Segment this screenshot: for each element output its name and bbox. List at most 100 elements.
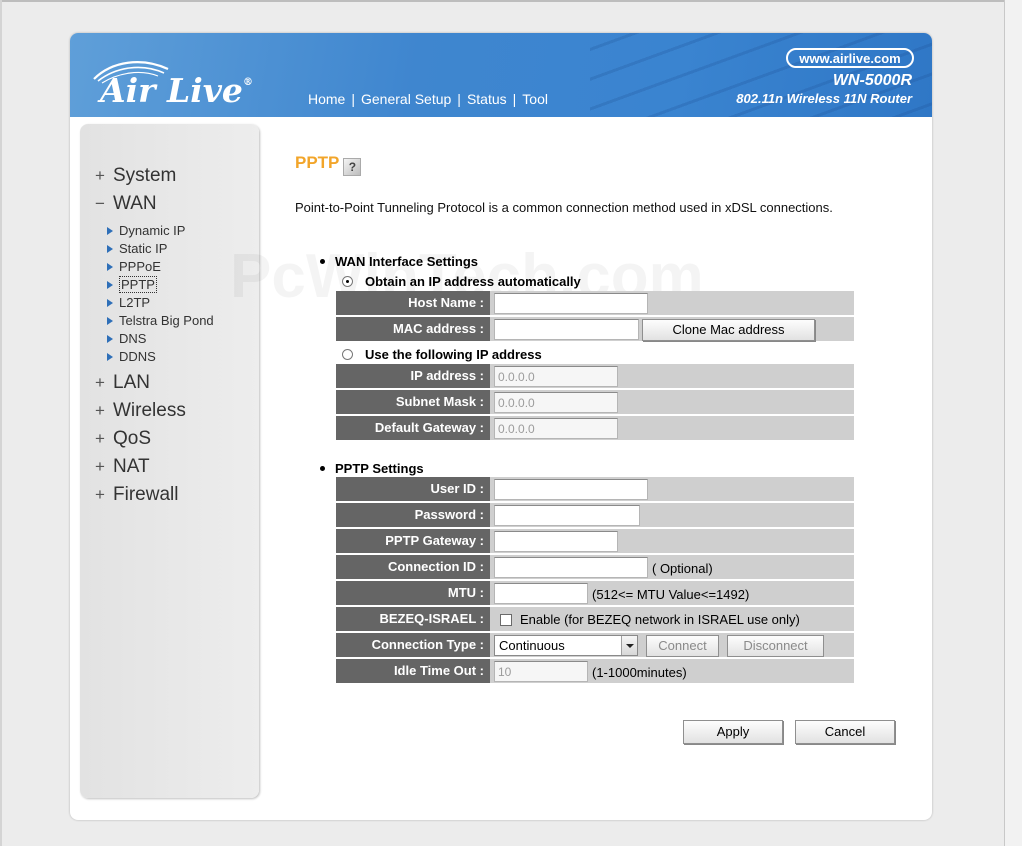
sidebar-item-firewall[interactable]: + Firewall — [95, 484, 214, 512]
page-title: PPTP — [295, 153, 340, 172]
connection-type-row: Connection Type : Continuous Connect Disco… — [336, 633, 854, 657]
chevron-down-icon[interactable] — [621, 636, 637, 655]
obtain-ip-auto-radio[interactable] — [342, 276, 353, 287]
pptp-gateway-input[interactable] — [494, 531, 618, 552]
website-url-badge: www.airlive.com — [786, 48, 914, 68]
sidebar-item-wireless[interactable]: + Wireless — [95, 400, 214, 428]
mtu-label: MTU : — [336, 581, 490, 605]
triangle-right-icon — [107, 263, 113, 271]
triangle-right-icon — [107, 245, 113, 253]
nav-status[interactable]: Status — [467, 91, 507, 107]
nav-general-setup[interactable]: General Setup — [361, 91, 451, 107]
ip-address-input[interactable] — [494, 366, 618, 387]
expand-icon: + — [95, 429, 105, 448]
idle-timeout-row: Idle Time Out : (1-1000minutes) — [336, 659, 854, 683]
host-name-row: Host Name : — [336, 291, 854, 315]
expand-icon: + — [95, 401, 105, 420]
pptp-gateway-row: PPTP Gateway : — [336, 529, 854, 553]
submenu-item-ddns[interactable]: DDNS — [95, 349, 214, 367]
idle-timeout-input[interactable] — [494, 661, 588, 682]
mac-address-input[interactable] — [494, 319, 639, 340]
connection-type-select[interactable]: Continuous — [494, 635, 638, 656]
submenu-item-static-ip[interactable]: Static IP — [95, 241, 214, 259]
host-name-input[interactable] — [494, 293, 648, 314]
header-banner: Air Live® Home | General Setup | Status | Tool… — [70, 33, 932, 117]
help-icon[interactable]: ? — [343, 158, 362, 176]
sidebar-item-lan[interactable]: + LAN — [95, 372, 214, 400]
default-gateway-label: Default Gateway : — [336, 416, 490, 440]
user-id-row: User ID : — [336, 477, 854, 501]
registered-mark: ® — [242, 77, 253, 88]
window-scrollbar-track[interactable] — [1004, 0, 1022, 846]
bezeq-enable-checkbox[interactable] — [500, 614, 512, 626]
expand-icon: + — [95, 485, 105, 504]
nav-tool[interactable]: Tool — [522, 91, 548, 107]
use-following-ip-option[interactable]: Use the following IP address — [342, 347, 542, 362]
idle-timeout-label: Idle Time Out : — [336, 659, 490, 683]
mtu-input[interactable] — [494, 583, 588, 604]
password-row: Password : — [336, 503, 854, 527]
disconnect-button[interactable]: Disconnect — [727, 635, 824, 657]
sidebar: + System − WAN Dynamic IP Static IP PPPoE … — [80, 124, 259, 798]
bezeq-enable-label: Enable (for BEZEQ network in ISRAEL use … — [520, 612, 800, 627]
sidebar-menu: + System − WAN Dynamic IP Static IP PPPoE … — [95, 165, 214, 512]
idle-timeout-note: (1-1000minutes) — [592, 665, 687, 680]
password-label: Password : — [336, 503, 490, 527]
triangle-right-icon — [107, 299, 113, 307]
wan-submenu: Dynamic IP Static IP PPPoE PPTP L2TP Tel… — [95, 223, 214, 367]
sidebar-item-qos[interactable]: + QoS — [95, 428, 214, 456]
submenu-item-telstra-big-pond[interactable]: Telstra Big Pond — [95, 313, 214, 331]
bezeq-israel-row: BEZEQ-ISRAEL : Enable (for BEZEQ network… — [336, 607, 854, 631]
connection-id-note: ( Optional) — [652, 561, 713, 576]
window-left-edge — [0, 0, 2, 846]
user-id-input[interactable] — [494, 479, 648, 500]
submenu-item-dynamic-ip[interactable]: Dynamic IP — [95, 223, 214, 241]
nav-separator: | — [351, 91, 355, 107]
triangle-right-icon — [107, 353, 113, 361]
airlive-logo: Air Live® — [90, 51, 280, 111]
connect-button[interactable]: Connect — [646, 635, 719, 657]
expand-icon: + — [95, 457, 105, 476]
triangle-right-icon — [107, 317, 113, 325]
submenu-item-l2tp[interactable]: L2TP — [95, 295, 214, 313]
sidebar-item-nat[interactable]: + NAT — [95, 456, 214, 484]
mtu-row: MTU : (512<= MTU Value<=1492) — [336, 581, 854, 605]
use-following-ip-radio[interactable] — [342, 349, 353, 360]
logo-text: Air Live® — [100, 71, 253, 110]
sidebar-item-system[interactable]: + System — [95, 165, 214, 193]
page-header: PPTP? — [295, 153, 362, 176]
ip-address-label: IP address : — [336, 364, 490, 388]
apply-button[interactable]: Apply — [683, 720, 783, 744]
cancel-button[interactable]: Cancel — [795, 720, 895, 744]
submenu-item-pppoe[interactable]: PPPoE — [95, 259, 214, 277]
triangle-right-icon — [107, 227, 113, 235]
mac-address-row: MAC address : Clone Mac address — [336, 317, 854, 341]
triangle-right-icon — [107, 335, 113, 343]
password-input[interactable] — [494, 505, 640, 526]
pptp-gateway-label: PPTP Gateway : — [336, 529, 490, 553]
connection-id-row: Connection ID : ( Optional) — [336, 555, 854, 579]
collapse-icon: − — [95, 194, 105, 213]
model-name: WN-5000R — [832, 72, 912, 89]
nav-separator: | — [457, 91, 461, 107]
mtu-note: (512<= MTU Value<=1492) — [592, 587, 750, 602]
subnet-mask-label: Subnet Mask : — [336, 390, 490, 414]
page-description: Point-to-Point Tunneling Protocol is a c… — [295, 200, 833, 215]
subnet-mask-input[interactable] — [494, 392, 618, 413]
expand-icon: + — [95, 166, 105, 185]
nav-home[interactable]: Home — [308, 91, 345, 107]
connection-type-label: Connection Type : — [336, 633, 490, 657]
connection-id-label: Connection ID : — [336, 555, 490, 579]
host-name-label: Host Name : — [336, 291, 490, 315]
default-gateway-input[interactable] — [494, 418, 618, 439]
model-info: WN-5000R 802.11n Wireless 11N Router — [736, 72, 912, 108]
submenu-item-pptp[interactable]: PPTP — [95, 276, 214, 295]
expand-icon: + — [95, 373, 105, 392]
model-description: 802.11n Wireless 11N Router — [736, 91, 912, 106]
connection-id-input[interactable] — [494, 557, 648, 578]
obtain-ip-auto-option[interactable]: Obtain an IP address automatically — [342, 274, 581, 289]
bullet-icon — [320, 259, 325, 264]
submenu-item-dns[interactable]: DNS — [95, 331, 214, 349]
clone-mac-address-button[interactable]: Clone Mac address — [642, 319, 815, 341]
sidebar-item-wan[interactable]: − WAN — [95, 193, 214, 221]
